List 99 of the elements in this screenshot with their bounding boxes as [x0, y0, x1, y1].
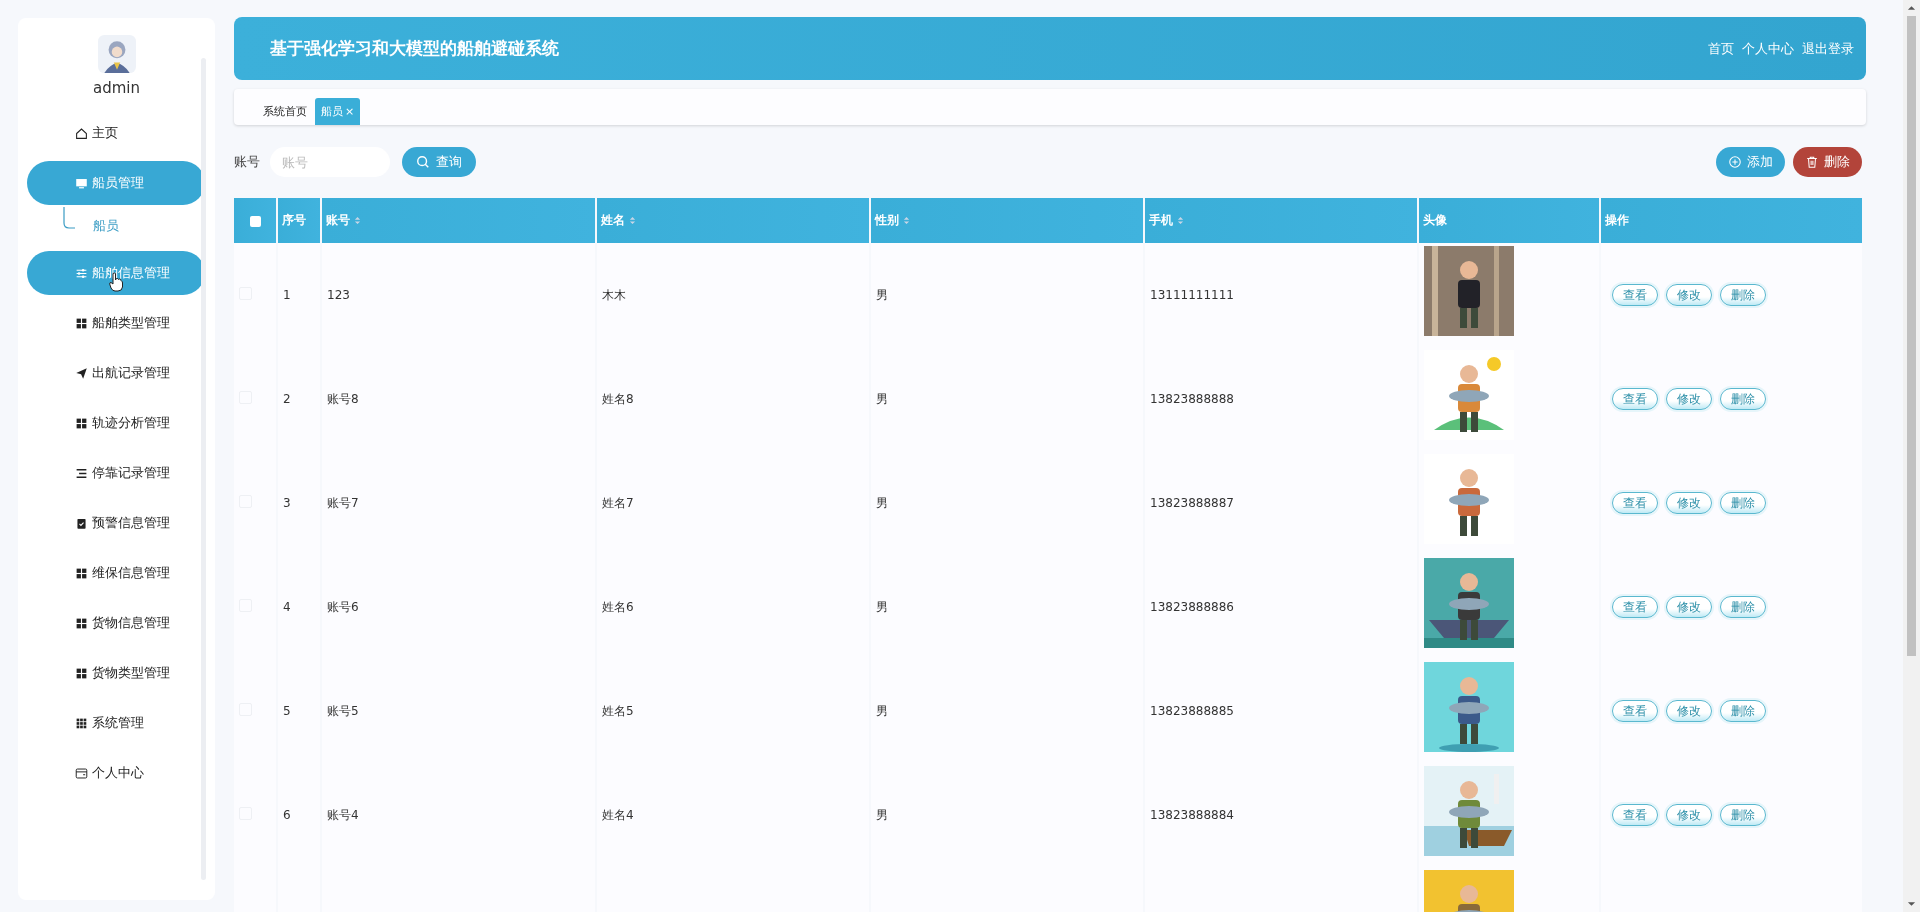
row-action-button[interactable]: 修改 [1666, 804, 1712, 826]
header-link[interactable]: 退出登录 [1802, 39, 1854, 58]
header-link[interactable]: 个人中心 [1742, 39, 1794, 58]
delete-button[interactable]: 删除 [1793, 147, 1862, 177]
row-action-button[interactable]: 删除 [1720, 492, 1766, 514]
table-cell: 男 [876, 391, 888, 406]
home-icon [75, 126, 88, 140]
menu-item[interactable]: 货物信息管理 [27, 601, 205, 645]
scrollbar[interactable] [1903, 0, 1920, 912]
column-header[interactable]: 姓名 [597, 198, 869, 243]
table-cell: 姓名7 [602, 495, 634, 510]
row-action-button[interactable]: 修改 [1666, 284, 1712, 306]
clipboard-icon [75, 516, 88, 530]
row-action-button[interactable]: 删除 [1720, 804, 1766, 826]
table-cell: 13823888886 [1150, 600, 1234, 614]
scroll-up-icon[interactable] [1907, 5, 1916, 11]
menu-item[interactable]: 主页 [27, 111, 205, 155]
row-action-button[interactable]: 删除 [1720, 596, 1766, 618]
table-cell: 姓名8 [602, 391, 634, 406]
trash-icon [1805, 155, 1819, 169]
table-cell: 账号7 [327, 495, 359, 510]
table-cell: 姓名5 [602, 703, 634, 718]
table-cell: 6 [283, 808, 291, 822]
page-tab[interactable]: 船员 × [315, 98, 361, 125]
search-icon [416, 155, 430, 169]
row-action-button[interactable]: 修改 [1666, 492, 1712, 514]
table-cell: 姓名4 [602, 807, 634, 822]
table-cell: 账号5 [327, 703, 359, 718]
row-action-button[interactable]: 查看 [1612, 700, 1658, 722]
table-cell: 木木 [602, 287, 626, 302]
add-button[interactable]: 添加 [1716, 147, 1785, 177]
menu-item[interactable]: 停靠记录管理 [27, 451, 205, 495]
row-action-button[interactable]: 修改 [1666, 388, 1712, 410]
row-action-button[interactable]: 修改 [1666, 700, 1712, 722]
grid-icon [75, 566, 88, 580]
grid-icon [75, 416, 88, 430]
column-header[interactable]: 操作 [1601, 198, 1862, 243]
row-action-button[interactable]: 查看 [1612, 492, 1658, 514]
table-cell: 13823888884 [1150, 808, 1234, 822]
table-cell: 男 [876, 495, 888, 510]
table-cell: 4 [283, 600, 291, 614]
menu-item[interactable]: 个人中心 [27, 751, 205, 795]
search-label: 账号 [234, 153, 260, 171]
row-action-button[interactable]: 删除 [1720, 388, 1766, 410]
column-header[interactable]: 头像 [1419, 198, 1599, 243]
header-link[interactable]: 首页 [1708, 39, 1734, 58]
table-cell: 男 [876, 287, 888, 302]
table-cell: 3 [283, 496, 291, 510]
page-tab[interactable]: 系统首页 [257, 98, 313, 125]
grid-icon [75, 316, 88, 330]
table-cell: 1 [283, 288, 291, 302]
table-cell: 男 [876, 807, 888, 822]
list-icon [75, 466, 88, 480]
table-cell: 账号4 [327, 807, 359, 822]
table-cell: 姓名6 [602, 599, 634, 614]
table-cell: 13823888887 [1150, 496, 1234, 510]
plus-circle-icon [1728, 155, 1742, 169]
table-cell: 账号8 [327, 391, 359, 406]
grid-icon [75, 666, 88, 680]
apps-icon [75, 716, 88, 730]
row-action-button[interactable]: 查看 [1612, 388, 1658, 410]
table-cell: 13823888888 [1150, 392, 1234, 406]
table-cell: 13823888885 [1150, 704, 1234, 718]
column-header[interactable]: 账号 [322, 198, 595, 243]
column-header[interactable]: 性别 [871, 198, 1143, 243]
table-cell: 男 [876, 599, 888, 614]
scroll-down-icon[interactable] [1907, 901, 1916, 907]
row-action-button[interactable]: 查看 [1612, 284, 1658, 306]
card-icon [75, 766, 88, 780]
column-header[interactable]: 序号 [278, 198, 320, 243]
row-action-button[interactable]: 删除 [1720, 284, 1766, 306]
user-name: admin [93, 79, 140, 97]
table-cell: 5 [283, 704, 291, 718]
system-title: 基于强化学习和大模型的船舶避碰系统 [270, 37, 559, 60]
row-action-button[interactable]: 删除 [1720, 700, 1766, 722]
send-icon [75, 366, 88, 380]
menu-item[interactable]: 船舶类型管理 [27, 301, 205, 345]
menu-item[interactable]: 维保信息管理 [27, 551, 205, 595]
monitor-icon [75, 176, 88, 190]
menu-item[interactable]: 预警信息管理 [27, 501, 205, 545]
row-action-button[interactable]: 修改 [1666, 596, 1712, 618]
search-field[interactable]: 账号 [270, 147, 390, 177]
table-cell: 账号6 [327, 599, 359, 614]
row-action-button[interactable]: 查看 [1612, 804, 1658, 826]
table-cell: 123 [327, 288, 350, 302]
grid-icon [75, 616, 88, 630]
table-cell: 2 [283, 392, 291, 406]
table-cell: 男 [876, 703, 888, 718]
sliders-icon [75, 266, 88, 280]
menu-item[interactable]: 出航记录管理 [27, 351, 205, 395]
search-button[interactable]: 查询 [402, 147, 476, 177]
table-cell: 13111111111 [1150, 288, 1234, 302]
submenu-item[interactable]: 船员 [93, 217, 119, 235]
select-all-checkbox[interactable] [249, 215, 261, 227]
row-action-button[interactable]: 查看 [1612, 596, 1658, 618]
column-header[interactable]: 手机 [1145, 198, 1417, 243]
menu-item[interactable]: 货物类型管理 [27, 651, 205, 695]
menu-item[interactable]: 轨迹分析管理 [27, 401, 205, 445]
menu-item[interactable]: 系统管理 [27, 701, 205, 745]
